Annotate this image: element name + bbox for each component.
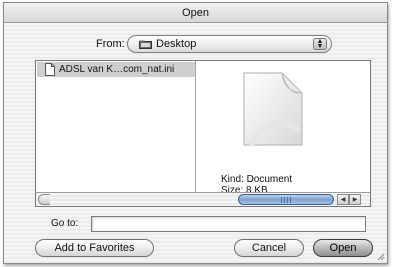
scroll-left-icon[interactable]: ◀ — [337, 194, 349, 205]
resize-grip-icon[interactable] — [377, 253, 385, 261]
add-to-favorites-button[interactable]: Add to Favorites — [35, 239, 154, 257]
scroll-right-icon[interactable]: ▶ — [349, 194, 361, 205]
list-item[interactable]: ADSL van K…com_nat.ini — [37, 62, 195, 77]
grip-icon — [281, 197, 293, 203]
generic-document-icon — [243, 72, 303, 147]
file-name: ADSL van K…com_nat.ini — [59, 64, 175, 75]
goto-input[interactable] — [91, 216, 366, 232]
popup-arrows-icon: ▲ ▼ — [313, 38, 327, 50]
scroll-thumb[interactable] — [238, 194, 334, 205]
open-button[interactable]: Open — [313, 239, 373, 257]
file-browser[interactable]: ADSL van K…com_nat.ini Kind: Document Si… — [35, 60, 371, 207]
goto-row: Go to: — [4, 215, 387, 233]
location-value: Desktop — [156, 38, 197, 50]
scrollbar-track-cap — [38, 194, 50, 205]
dialog-title: Open — [182, 7, 209, 19]
folder-icon — [139, 40, 152, 49]
from-label: From: — [96, 38, 125, 50]
document-icon — [45, 63, 55, 76]
file-column: ADSL van K…com_nat.ini — [36, 61, 196, 193]
title-bar[interactable]: Open — [4, 3, 387, 23]
from-row: From: Desktop ▲ ▼ — [4, 35, 387, 55]
location-popup[interactable]: Desktop ▲ ▼ — [127, 35, 332, 53]
open-dialog: Open From: Desktop ▲ ▼ ADSL van K…com_nat… — [3, 2, 388, 264]
cancel-button[interactable]: Cancel — [234, 239, 304, 257]
goto-label: Go to: — [51, 218, 79, 229]
horizontal-scrollbar[interactable]: ◀ ▶ — [36, 192, 370, 206]
preview-kind: Kind: Document — [221, 174, 293, 185]
